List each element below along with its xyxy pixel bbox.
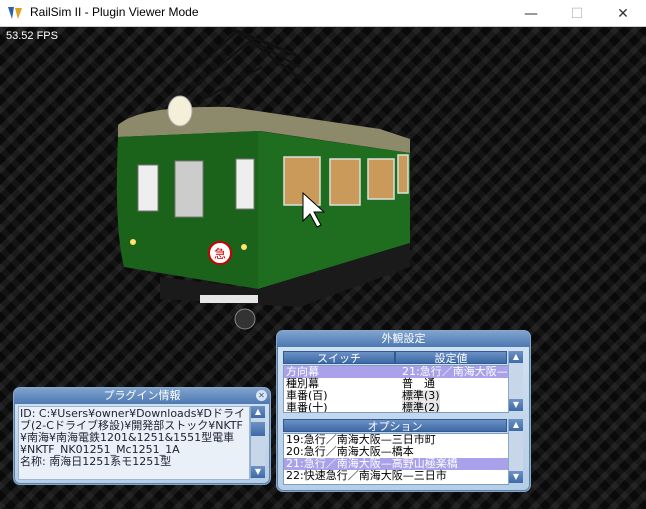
app-icon xyxy=(7,5,23,21)
switch-list[interactable]: 方向幕 21:急行／南海大阪— 種別幕普 通 車番(百) 標準(3) 車番(十) 標準… xyxy=(283,365,509,413)
marker-light-right xyxy=(241,244,247,250)
plugin-info-scrollbar[interactable]: ▲ ▼ xyxy=(250,406,265,478)
appearance-settings-panel: 外観設定 スイッチ 設定値 方向幕 21:急行／南海大阪— 種別幕普 通 車番(百… xyxy=(276,330,531,492)
front-window-right xyxy=(235,158,255,210)
option-list[interactable]: 19:急行／南海大阪—三日市町 20:急行／南海大阪—橋本 21:急行／南海大阪… xyxy=(283,433,509,485)
headlight xyxy=(167,95,193,127)
scroll-down-icon[interactable]: ▼ xyxy=(251,466,265,478)
window-title: RailSim II - Plugin Viewer Mode xyxy=(30,5,199,19)
plugin-info-text: ID: C:¥Users¥owner¥Downloads¥Dドライブ(2-Cドラ… xyxy=(20,408,248,468)
panel-close-icon[interactable]: ✕ xyxy=(256,390,267,401)
option-header[interactable]: オプション xyxy=(283,419,507,433)
switch-column-header[interactable]: スイッチ xyxy=(283,351,395,365)
scroll-up-icon[interactable]: ▲ xyxy=(509,419,523,431)
value-column-header[interactable]: 設定値 xyxy=(395,351,507,365)
scroll-thumb[interactable] xyxy=(251,422,265,436)
scroll-down-icon[interactable]: ▼ xyxy=(509,399,523,411)
front-window-center xyxy=(174,160,204,218)
scroll-up-icon[interactable]: ▲ xyxy=(251,406,265,418)
coupler xyxy=(200,295,258,303)
switch-list-scrollbar[interactable]: ▲ ▼ xyxy=(508,351,523,411)
plugin-id-text: ID: C:¥Users¥owner¥Downloads¥Dドライブ(2-Cドラ… xyxy=(20,407,245,456)
marker-light-left xyxy=(130,239,136,245)
car-emblem-text: 急 xyxy=(214,246,226,261)
scroll-down-icon[interactable]: ▼ xyxy=(509,471,523,483)
switch-row[interactable]: 車番(十) 標準(2) xyxy=(284,402,508,412)
title-bar: RailSim II - Plugin Viewer Mode — ☐ ✕ xyxy=(0,0,646,27)
minimize-button[interactable]: — xyxy=(508,0,554,27)
appearance-settings-title: 外観設定 xyxy=(277,331,530,347)
scroll-up-icon[interactable]: ▲ xyxy=(509,351,523,363)
plugin-name-text: 名称: 南海日1251系モ1251型 xyxy=(20,455,172,468)
option-row[interactable]: 22:快速急行／南海大阪—三日市 xyxy=(284,470,508,482)
close-button[interactable]: ✕ xyxy=(600,0,646,27)
wheel-front xyxy=(234,308,256,330)
pantograph xyxy=(177,27,307,102)
maximize-button[interactable]: ☐ xyxy=(554,0,600,27)
front-window-left xyxy=(137,164,159,212)
plugin-info-title: プラグイン情報 xyxy=(14,388,270,404)
option-list-scrollbar[interactable]: ▲ ▼ xyxy=(508,419,523,483)
